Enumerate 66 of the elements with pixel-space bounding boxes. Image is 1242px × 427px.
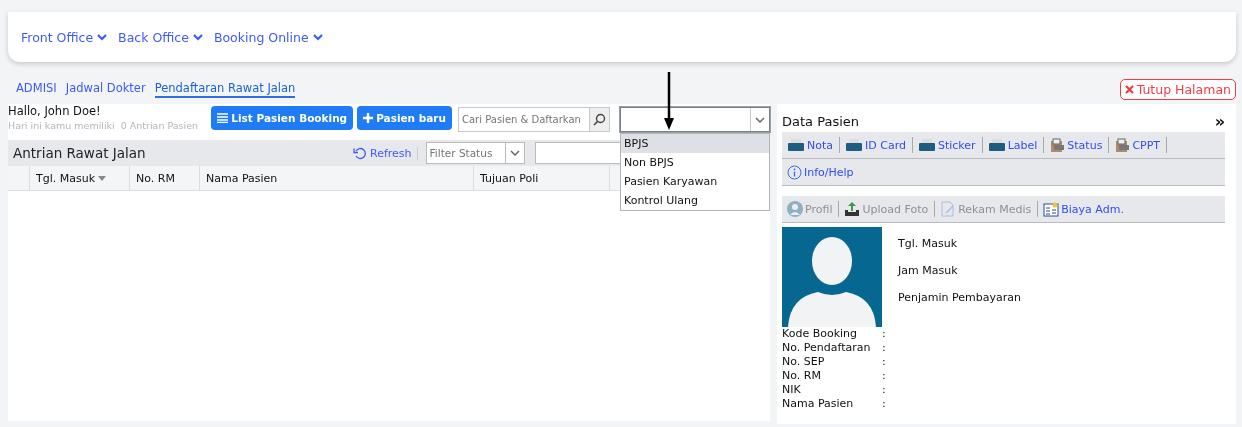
field-separator: :	[882, 383, 887, 397]
summary-label: Jam Masuk	[898, 264, 959, 277]
sort-caret-icon	[98, 175, 107, 181]
field-separator: :	[882, 369, 887, 383]
toolbar-button[interactable]: Label	[987, 137, 1045, 153]
chevron-down-icon	[755, 116, 765, 123]
column-header[interactable]: No. RM	[130, 166, 200, 190]
summary-label: Tgl. Masuk	[898, 237, 959, 250]
field-separator: :	[882, 327, 887, 341]
dropdown-option[interactable]: Non BPJS	[621, 153, 769, 172]
info-icon	[787, 164, 802, 180]
person-icon	[787, 201, 803, 217]
close-icon	[1124, 84, 1134, 94]
dropdown-option[interactable]: BPJS	[621, 134, 769, 153]
queue-summary-text: Hari ini kamu memiliki 0 Antrian Pasien	[8, 120, 200, 131]
toolbar-button[interactable]: CPPT	[1114, 137, 1168, 153]
greeting-title: Hallo, John Doe!	[8, 104, 102, 118]
field-separator: :	[882, 341, 887, 355]
upload-icon	[844, 201, 861, 217]
toolbar-button[interactable]: Biaya Adm.	[1043, 201, 1130, 217]
chevron-down-icon	[191, 33, 204, 41]
payer-select[interactable]	[620, 107, 770, 132]
close-page-button[interactable]: Tutup Halaman	[1119, 78, 1236, 100]
field-label: No. Pendaftaran	[782, 341, 872, 355]
nav-menu-item[interactable]: Back Office	[118, 29, 204, 45]
search-icon[interactable]	[593, 113, 606, 126]
field-separator: :	[882, 397, 887, 411]
plus-icon	[363, 113, 374, 123]
field-label: NIK	[782, 383, 802, 397]
nav-menu-item[interactable]: Front Office	[21, 29, 109, 45]
column-header[interactable]: Tgl. Masuk	[30, 166, 130, 190]
refresh-icon	[353, 146, 367, 160]
refresh-button[interactable]: Refresh	[353, 146, 418, 160]
column-header[interactable]: Nama Pasien	[200, 166, 474, 190]
search-field[interactable]: Cari Pasien & Daftarkan	[458, 107, 590, 132]
column-header[interactable]: Tujuan Poli	[474, 166, 610, 190]
chevron-down-icon	[311, 33, 324, 41]
nav-menu-item[interactable]: Booking Online	[213, 29, 324, 45]
field-label: Nama Pasien	[782, 397, 855, 411]
form-icon	[1043, 201, 1060, 217]
toolbar-button[interactable]: Nota	[787, 137, 840, 153]
page-tab[interactable]: Pendaftaran Rawat Jalan	[154, 80, 296, 98]
summary-label: Penjamin Pembayaran	[898, 291, 1021, 304]
chevron-down-icon	[96, 33, 109, 41]
toolbar-button[interactable]: Status	[1049, 137, 1110, 153]
field-label: No. RM	[782, 369, 822, 383]
field-separator: :	[882, 355, 887, 369]
toolbar-button[interactable]: ID Card	[845, 137, 913, 153]
action-button[interactable]: List Pasien Booking	[211, 106, 354, 130]
toolbar-button[interactable]: Info/Help	[787, 164, 860, 180]
status-filter-field[interactable]: Filter Status	[425, 142, 506, 164]
dropdown-option[interactable]: Pasien Karyawan	[621, 172, 769, 191]
page-tab[interactable]: Jadwal Dokter	[65, 80, 146, 98]
document-edit-icon	[940, 201, 957, 217]
action-button[interactable]: Pasien baru	[357, 106, 452, 130]
panel-title: Data Pasien	[782, 113, 860, 129]
field-label: No. SEP	[782, 355, 826, 369]
annotation-arrow	[663, 72, 675, 132]
toolbar-button[interactable]: Sticker	[917, 137, 983, 153]
collapse-toggle[interactable]: »	[1214, 111, 1225, 131]
page-tab[interactable]: ADMISI	[16, 80, 57, 98]
list-icon	[217, 113, 229, 123]
dropdown-option[interactable]: Kontrol Ulang	[621, 191, 769, 210]
field-label: Kode Booking	[782, 327, 859, 341]
chevron-down-icon	[509, 150, 520, 156]
queue-title: Antrian Rawat Jalan	[13, 145, 147, 161]
